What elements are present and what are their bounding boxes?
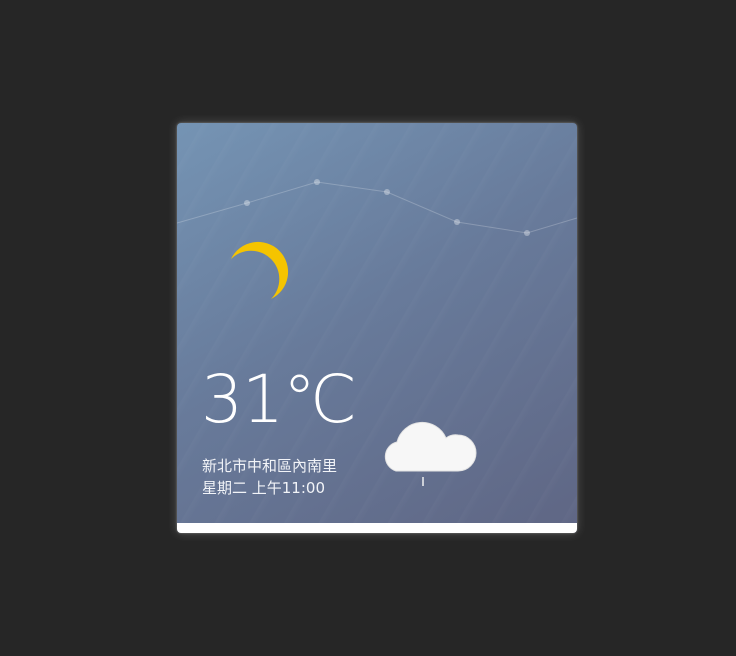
cloud-icon: [384, 422, 477, 486]
bottom-strip: [177, 523, 577, 533]
location-label: 新北市中和區內南里: [202, 457, 338, 475]
current-temperature: 31℃: [201, 367, 357, 433]
trend-point: [524, 230, 530, 236]
temperature-trend-line: [177, 179, 577, 236]
trend-point: [244, 200, 250, 206]
temperature-unit: ℃: [282, 361, 357, 438]
trend-point: [314, 179, 320, 185]
weather-widget[interactable]: 31℃ 新北市中和區內南里 星期二 上午11:00: [177, 123, 577, 533]
temperature-value: 31: [201, 361, 284, 438]
trend-point: [384, 189, 390, 195]
datetime-label: 星期二 上午11:00: [202, 479, 325, 497]
crescent-moon-icon: [231, 241, 289, 299]
trend-point: [454, 219, 460, 225]
